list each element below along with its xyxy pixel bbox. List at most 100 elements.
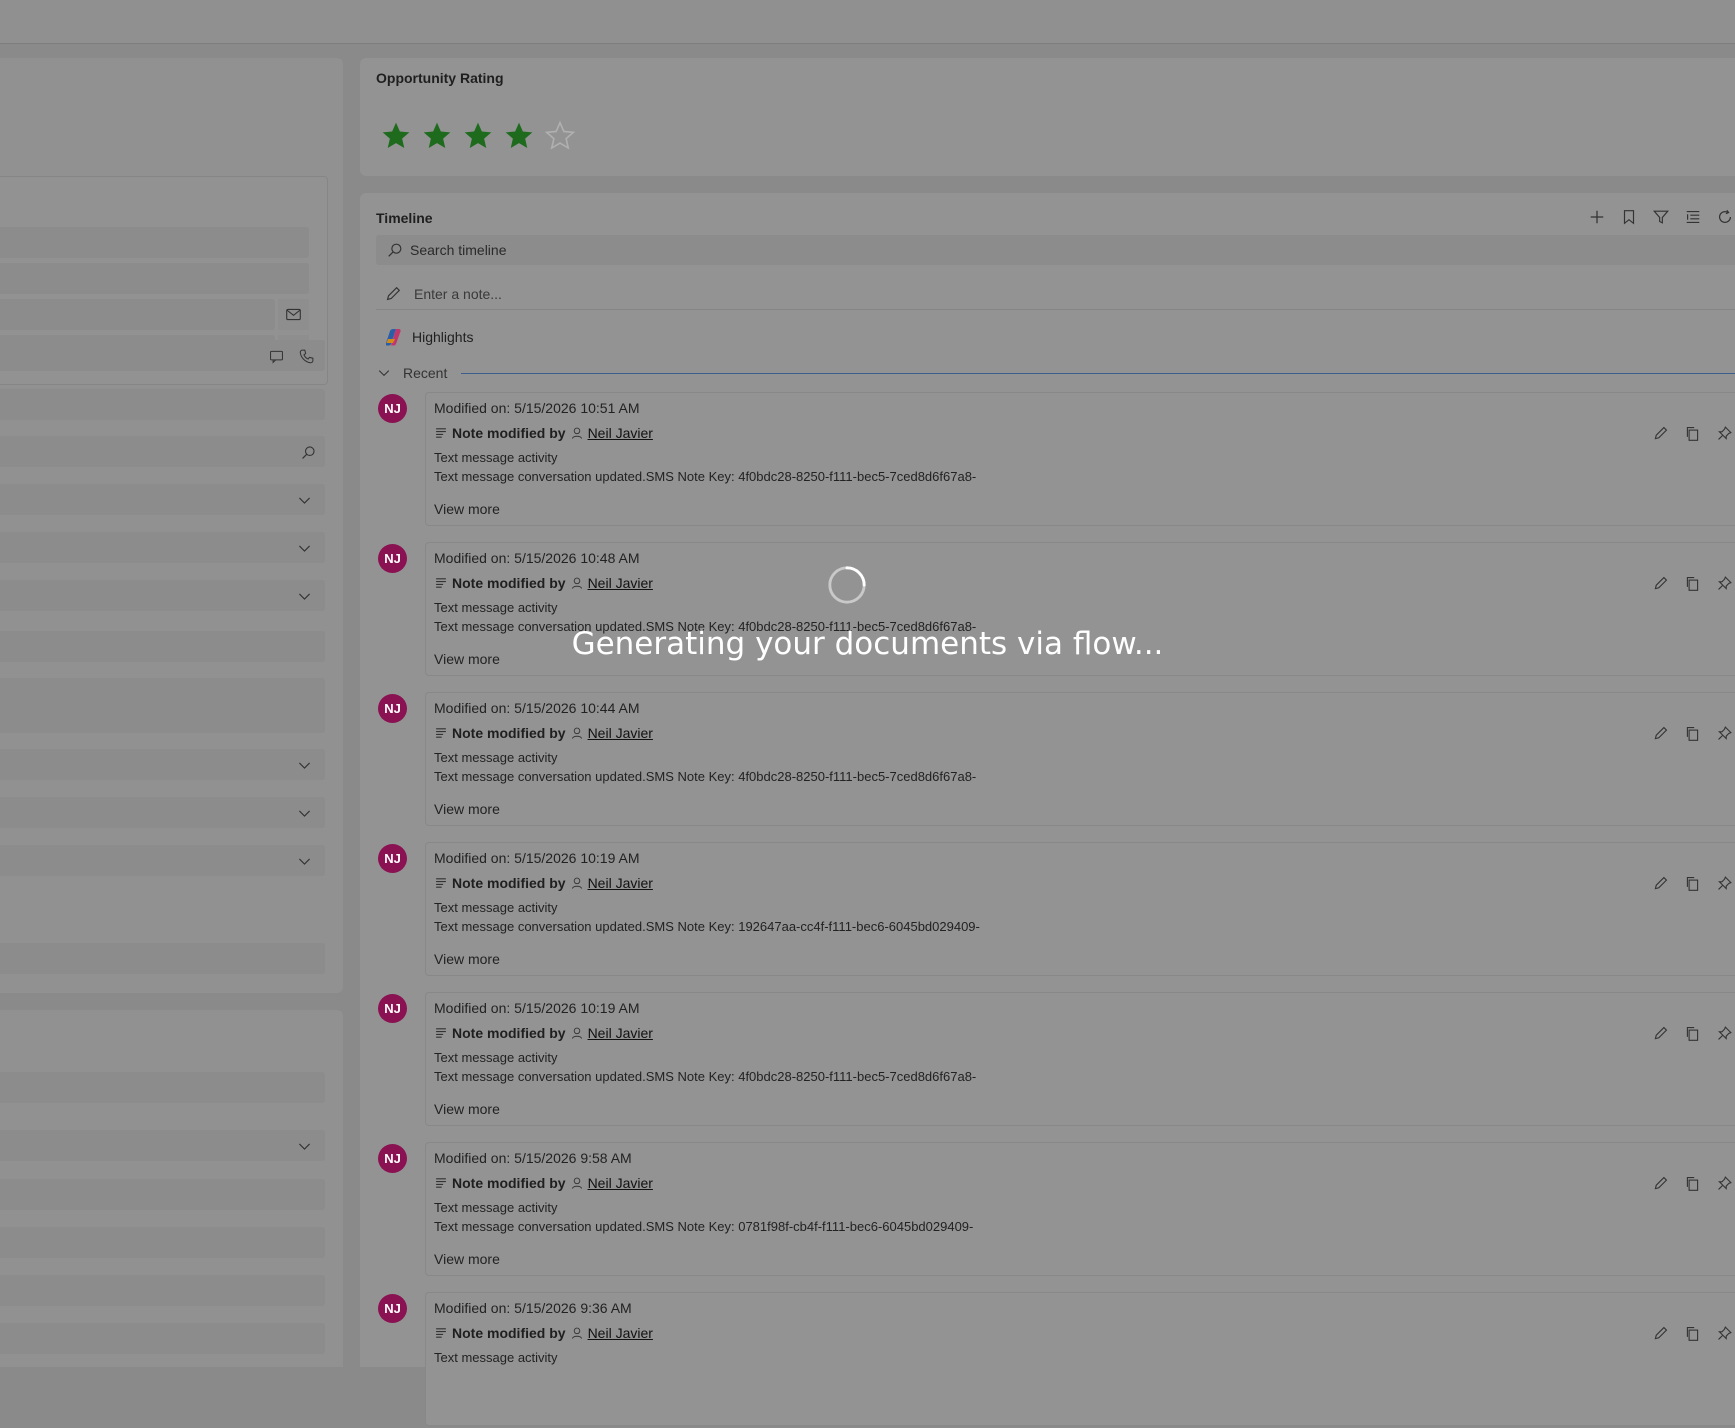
form-field[interactable]: [0, 943, 325, 974]
pin-icon[interactable]: [1714, 1173, 1734, 1193]
form-field[interactable]: [0, 1072, 325, 1103]
user-link[interactable]: Neil Javier: [588, 1025, 653, 1041]
dropdown-field[interactable]: [0, 532, 325, 563]
timeline-entry-card[interactable]: Modified on: 5/15/2026 10:19 AM Note mod…: [425, 842, 1735, 976]
copy-icon[interactable]: [1682, 873, 1702, 893]
timeline-entry[interactable]: NJ Modified on: 5/15/2026 10:51 AM Note …: [360, 392, 1735, 528]
pin-icon[interactable]: [1714, 423, 1734, 443]
chat-icon[interactable]: [266, 346, 286, 366]
email-button[interactable]: [278, 299, 309, 330]
timeline-entry-card[interactable]: Modified on: 5/15/2026 10:48 AM Note mod…: [425, 542, 1735, 676]
form-field[interactable]: [0, 1323, 325, 1354]
form-field[interactable]: [0, 1227, 325, 1258]
view-more-link[interactable]: View more: [434, 801, 500, 817]
user-link[interactable]: Neil Javier: [588, 425, 653, 441]
edit-icon[interactable]: [1650, 573, 1670, 593]
user-link[interactable]: Neil Javier: [588, 1175, 653, 1191]
filter-icon[interactable]: [1651, 207, 1671, 227]
form-field[interactable]: [0, 1275, 325, 1306]
form-field[interactable]: [0, 631, 325, 662]
add-icon[interactable]: [1587, 207, 1607, 227]
search-icon[interactable]: [298, 442, 318, 462]
copy-icon[interactable]: [1682, 1323, 1702, 1343]
copy-icon[interactable]: [1682, 573, 1702, 593]
timeline-entry[interactable]: NJ Modified on: 5/15/2026 9:36 AM Note m…: [360, 1292, 1735, 1428]
pin-icon[interactable]: [1714, 1023, 1734, 1043]
dropdown-field[interactable]: [0, 580, 325, 611]
form-field[interactable]: [0, 1179, 325, 1210]
star-filled-icon[interactable]: [421, 120, 453, 152]
edit-icon[interactable]: [1650, 873, 1670, 893]
view-more-link[interactable]: View more: [434, 501, 500, 517]
star-empty-icon[interactable]: [544, 120, 576, 152]
timeline-entry-card[interactable]: Modified on: 5/15/2026 10:51 AM Note mod…: [425, 392, 1735, 526]
avatar[interactable]: NJ: [378, 394, 407, 423]
user-link[interactable]: Neil Javier: [588, 725, 653, 741]
timeline-entry[interactable]: NJ Modified on: 5/15/2026 10:19 AM Note …: [360, 842, 1735, 978]
user-link[interactable]: Neil Javier: [588, 1325, 653, 1341]
avatar[interactable]: NJ: [378, 544, 407, 573]
highlights-button[interactable]: Highlights: [382, 326, 473, 348]
timeline-entry[interactable]: NJ Modified on: 5/15/2026 10:19 AM Note …: [360, 992, 1735, 1128]
avatar[interactable]: NJ: [378, 1294, 407, 1323]
edit-icon[interactable]: [1650, 423, 1670, 443]
star-filled-icon[interactable]: [503, 120, 535, 152]
chevron-down-icon[interactable]: [294, 755, 314, 775]
timeline-entry[interactable]: NJ Modified on: 5/15/2026 9:58 AM Note m…: [360, 1142, 1735, 1278]
copy-icon[interactable]: [1682, 1023, 1702, 1043]
recent-group-header[interactable]: Recent: [376, 363, 1735, 383]
form-field[interactable]: [0, 227, 309, 258]
star-filled-icon[interactable]: [380, 120, 412, 152]
avatar[interactable]: NJ: [378, 1144, 407, 1173]
edit-icon[interactable]: [1650, 1023, 1670, 1043]
star-filled-icon[interactable]: [462, 120, 494, 152]
view-more-link[interactable]: View more: [434, 651, 500, 667]
copy-icon[interactable]: [1682, 423, 1702, 443]
chevron-down-icon[interactable]: [294, 490, 314, 510]
dropdown-field[interactable]: [0, 749, 325, 780]
phone-icon[interactable]: [296, 346, 316, 366]
pin-icon[interactable]: [1714, 873, 1734, 893]
user-link[interactable]: Neil Javier: [588, 875, 653, 891]
pin-icon[interactable]: [1714, 1323, 1734, 1343]
note-input[interactable]: Enter a note...: [376, 279, 1735, 310]
view-more-link[interactable]: View more: [434, 1101, 500, 1117]
edit-icon[interactable]: [1650, 723, 1670, 743]
timeline-entry-card[interactable]: Modified on: 5/15/2026 10:44 AM Note mod…: [425, 692, 1735, 826]
email-field[interactable]: [0, 299, 275, 330]
edit-icon[interactable]: [1650, 1323, 1670, 1343]
avatar[interactable]: NJ: [378, 844, 407, 873]
dropdown-field[interactable]: [0, 484, 325, 515]
list-icon[interactable]: [1683, 207, 1703, 227]
dropdown-field[interactable]: [0, 845, 325, 876]
dropdown-field[interactable]: [0, 1130, 325, 1161]
view-more-link[interactable]: View more: [434, 951, 500, 967]
chevron-down-icon[interactable]: [294, 1136, 314, 1156]
timeline-entry[interactable]: NJ Modified on: 5/15/2026 10:48 AM Note …: [360, 542, 1735, 678]
bookmark-icon[interactable]: [1619, 207, 1639, 227]
lookup-field[interactable]: [0, 436, 325, 467]
timeline-search-input[interactable]: Search timeline: [376, 235, 1735, 265]
form-field[interactable]: [0, 389, 325, 420]
dropdown-field[interactable]: [0, 797, 325, 828]
rating-stars[interactable]: [380, 120, 576, 152]
edit-icon[interactable]: [1650, 1173, 1670, 1193]
refresh-icon[interactable]: [1715, 207, 1735, 227]
timeline-entry[interactable]: NJ Modified on: 5/15/2026 10:44 AM Note …: [360, 692, 1735, 828]
chevron-down-icon[interactable]: [294, 851, 314, 871]
multiline-field[interactable]: [0, 678, 325, 733]
copy-icon[interactable]: [1682, 1173, 1702, 1193]
copy-icon[interactable]: [1682, 723, 1702, 743]
timeline-entry-card[interactable]: Modified on: 5/15/2026 9:36 AM Note modi…: [425, 1292, 1735, 1426]
form-field[interactable]: [0, 263, 309, 294]
pin-icon[interactable]: [1714, 723, 1734, 743]
view-more-link[interactable]: View more: [434, 1251, 500, 1267]
chevron-down-icon[interactable]: [294, 586, 314, 606]
user-link[interactable]: Neil Javier: [588, 575, 653, 591]
avatar[interactable]: NJ: [378, 994, 407, 1023]
avatar[interactable]: NJ: [378, 694, 407, 723]
chevron-down-icon[interactable]: [294, 803, 314, 823]
timeline-entry-card[interactable]: Modified on: 5/15/2026 10:19 AM Note mod…: [425, 992, 1735, 1126]
pin-icon[interactable]: [1714, 573, 1734, 593]
chevron-down-icon[interactable]: [294, 538, 314, 558]
